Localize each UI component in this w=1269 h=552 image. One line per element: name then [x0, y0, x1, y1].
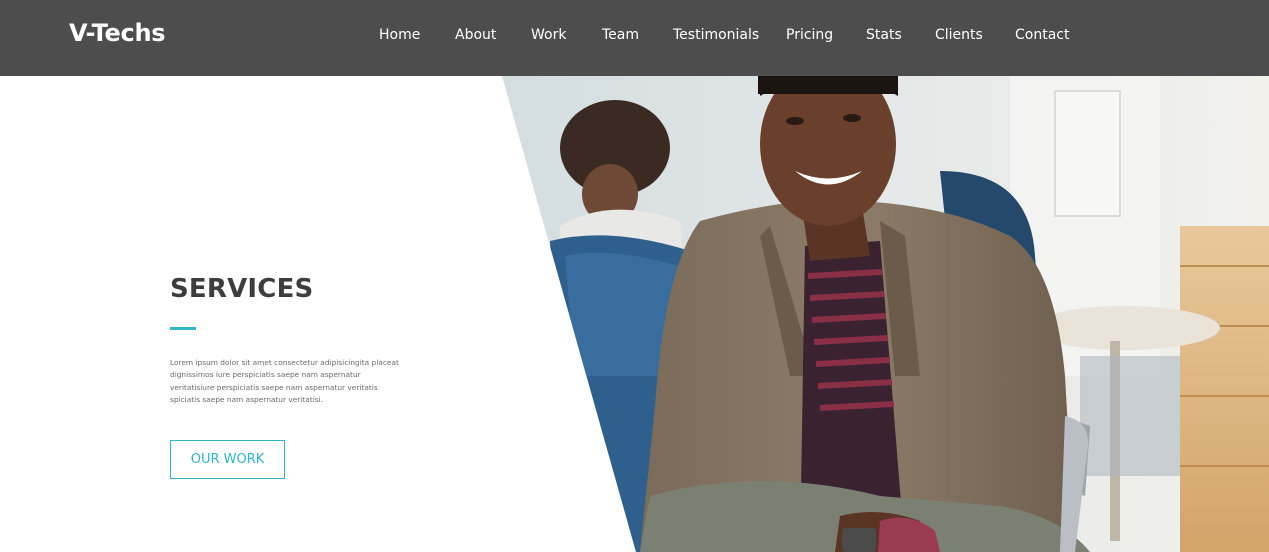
nav-pricing[interactable]: Pricing [786, 27, 833, 43]
top-navbar: V-Techs Home About Work Team Testimonial… [0, 0, 1269, 76]
nav-work[interactable]: Work [531, 27, 566, 43]
hero-photo [0, 76, 1269, 552]
services-description: Lorem ipsum dolor sit amet consectetur a… [170, 358, 399, 404]
nav-contact[interactable]: Contact [1015, 27, 1069, 43]
brand-logo[interactable]: V-Techs [69, 19, 166, 47]
services-title: SERVICES [170, 274, 314, 304]
nav-clients[interactable]: Clients [935, 27, 983, 43]
nav-testimonials[interactable]: Testimonials [673, 27, 759, 43]
nav-home[interactable]: Home [379, 27, 420, 43]
title-underline [170, 327, 196, 330]
our-work-button[interactable]: OUR WORK [170, 440, 285, 479]
nav-about[interactable]: About [455, 27, 496, 43]
nav-stats[interactable]: Stats [866, 27, 902, 43]
nav-team[interactable]: Team [602, 27, 639, 43]
